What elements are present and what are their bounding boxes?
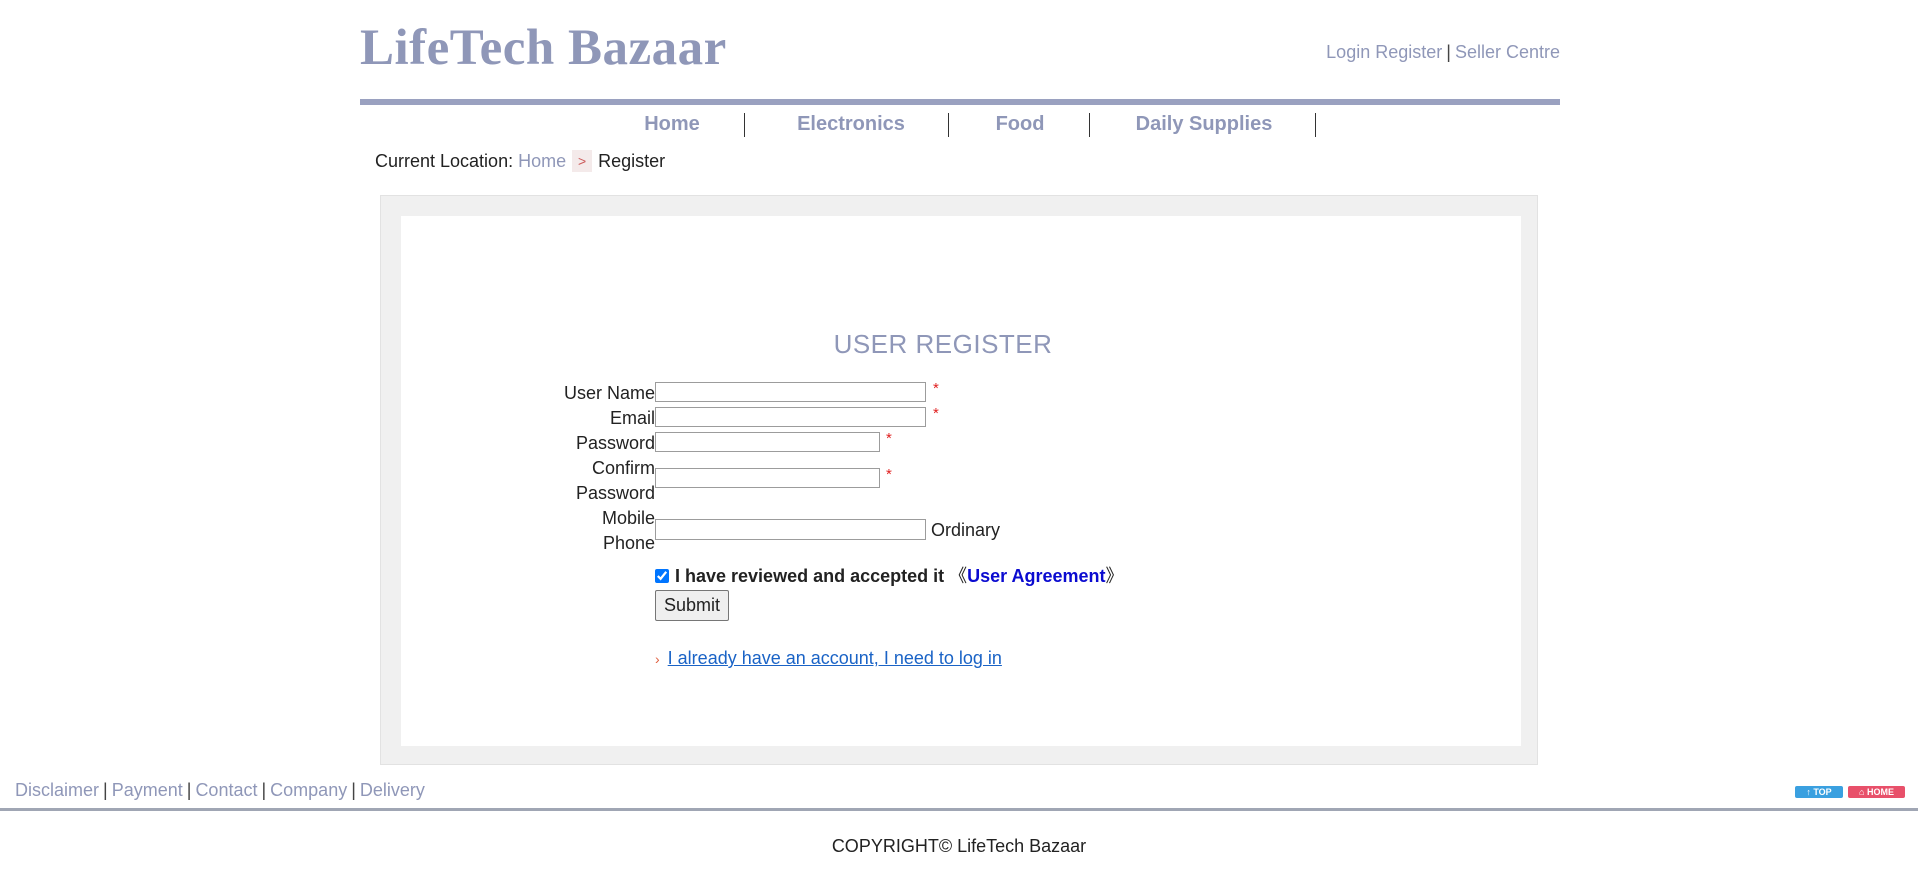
- mobile-phone-hint: Ordinary: [931, 520, 1001, 540]
- home-button[interactable]: ⌂ HOME: [1848, 786, 1905, 798]
- password-input[interactable]: [655, 432, 880, 452]
- register-panel: USER REGISTER User Name * Email * Passwo…: [380, 195, 1538, 765]
- footer-divider: [0, 808, 1918, 811]
- agreement-row: I have reviewed and accepted it 《User Ag…: [655, 562, 1124, 588]
- nav-item-food[interactable]: Food: [985, 110, 1055, 138]
- login-account-link[interactable]: I already have an account, I need to log…: [668, 648, 1002, 668]
- copyright-text: COPYRIGHT© LifeTech Bazaar: [831, 836, 1087, 856]
- breadcrumb-prefix: Current Location:: [375, 151, 514, 171]
- site-logo[interactable]: LifeTech Bazaar: [360, 19, 727, 77]
- footer-separator: |: [186, 780, 192, 800]
- required-mark: *: [933, 405, 939, 422]
- mobile-phone-label: Mobile Phone: [401, 506, 655, 556]
- breadcrumb-current: Register: [598, 151, 666, 171]
- page-title: USER REGISTER: [833, 329, 1053, 359]
- footer-links: Disclaimer | Payment | Contact | Company | Deliv…: [15, 780, 425, 801]
- nav-separator: [744, 113, 745, 137]
- nav-item-home[interactable]: Home: [632, 110, 712, 138]
- agreement-text: I have reviewed and accepted it: [675, 566, 945, 586]
- site-header: LifeTech Bazaar Login Register | Seller Ce…: [360, 0, 1560, 106]
- nav-separator: [1089, 113, 1090, 137]
- username-label: User Name: [563, 383, 655, 403]
- breadcrumb-arrow-icon: >: [572, 150, 593, 172]
- confirm-password-label: Confirm Password: [401, 456, 655, 506]
- main-nav: Home Electronics Food Daily Supplies: [0, 105, 1918, 141]
- confirm-password-input[interactable]: [655, 468, 880, 488]
- agreement-checkbox[interactable]: [655, 569, 669, 583]
- chevron-right-icon: ›: [655, 651, 660, 667]
- email-input[interactable]: [655, 407, 926, 427]
- seller-centre-link[interactable]: Seller Centre: [1455, 42, 1560, 62]
- register-panel-body: USER REGISTER User Name * Email * Passwo…: [401, 216, 1521, 746]
- footer-link-disclaimer[interactable]: Disclaimer: [15, 780, 99, 800]
- agreement-bracket-open: 《: [949, 566, 968, 586]
- confirm-password-label-line1: Confirm: [591, 458, 655, 478]
- required-mark: *: [933, 380, 939, 397]
- footer-separator: |: [351, 780, 356, 800]
- nav-item-electronics[interactable]: Electronics: [786, 110, 916, 138]
- email-label: Email: [609, 408, 655, 428]
- mobile-phone-label-line2: Phone: [602, 533, 655, 553]
- required-mark: *: [886, 466, 892, 483]
- mobile-phone-label-line1: Mobile: [601, 508, 655, 528]
- required-mark: *: [886, 430, 892, 447]
- nav-separator: [948, 113, 949, 137]
- breadcrumb-home-link[interactable]: Home: [518, 151, 566, 171]
- mobile-phone-input[interactable]: [655, 519, 926, 540]
- footer-link-company[interactable]: Company: [270, 780, 347, 800]
- confirm-password-label-line2: Password: [575, 483, 655, 503]
- login-link[interactable]: Login: [1326, 42, 1370, 62]
- back-to-top-button[interactable]: ↑ TOP: [1795, 786, 1843, 798]
- nav-item-daily-supplies[interactable]: Daily Supplies: [1124, 110, 1284, 138]
- account-links: Login Register | Seller Centre: [1326, 42, 1560, 63]
- account-links-separator: |: [1446, 42, 1451, 62]
- footer-link-contact[interactable]: Contact: [195, 780, 257, 800]
- user-agreement-link[interactable]: User Agreement: [967, 566, 1105, 586]
- login-prompt: › I already have an account, I need to lo…: [655, 648, 1002, 669]
- footer-link-payment[interactable]: Payment: [112, 780, 183, 800]
- footer-separator: |: [261, 780, 267, 800]
- password-label: Password: [575, 433, 655, 453]
- nav-separator: [1315, 113, 1316, 137]
- breadcrumb: Current Location: Home > Register: [375, 150, 665, 172]
- register-link[interactable]: Register: [1375, 42, 1442, 62]
- submit-button[interactable]: Submit: [655, 590, 730, 621]
- footer-link-delivery[interactable]: Delivery: [360, 780, 425, 800]
- agreement-bracket-close: 》: [1105, 566, 1124, 586]
- footer-separator: |: [103, 780, 108, 800]
- username-input[interactable]: [655, 382, 926, 402]
